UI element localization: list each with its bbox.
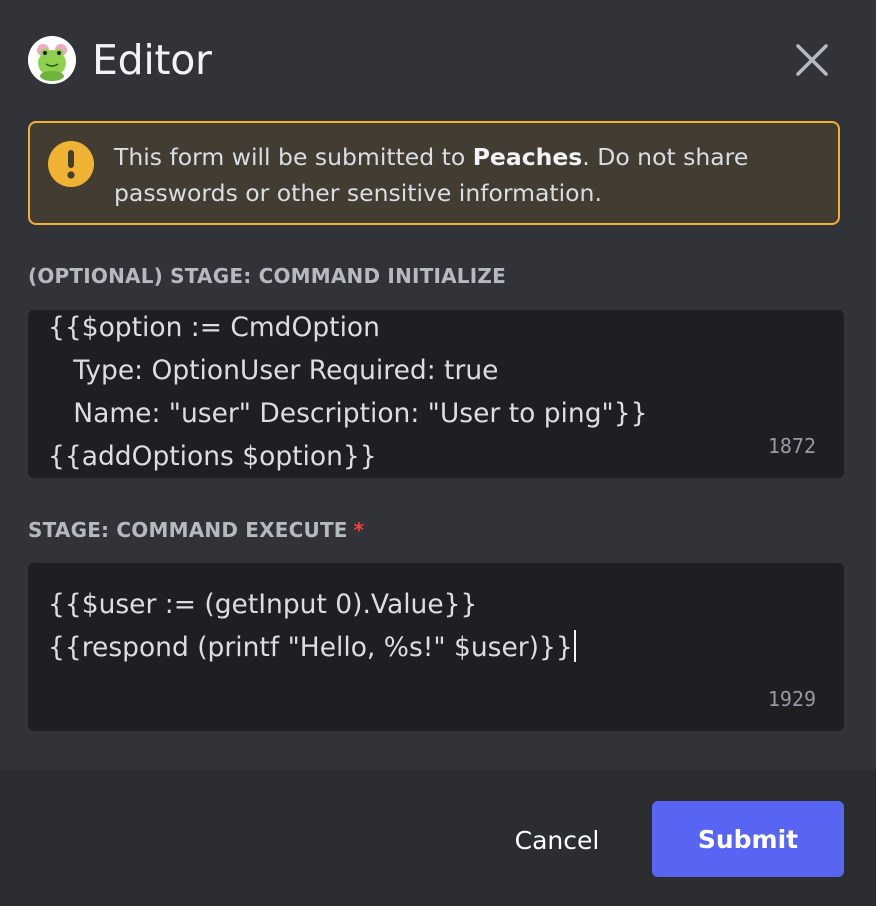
submit-button[interactable]: Submit — [652, 801, 844, 877]
modal-footer: Cancel Submit — [0, 770, 876, 906]
exclamation-icon — [48, 141, 94, 187]
frog-avatar-icon — [28, 36, 76, 84]
execute-code: {{$user := (getInput 0).Value}} {{respond… — [48, 583, 576, 669]
close-icon — [796, 44, 828, 76]
execute-textarea[interactable]: {{$user := (getInput 0).Value}} {{respond… — [28, 563, 844, 731]
editor-modal: Editor This form will be submitted to Pe… — [0, 0, 876, 906]
text-caret — [573, 630, 576, 662]
code-line: {{$user := (getInput 0).Value}} — [48, 589, 478, 620]
code-line: {{$option := CmdOption — [48, 312, 380, 343]
warning-app-name: Peaches — [472, 143, 583, 171]
code-line: Name: "user" Description: "User to ping"… — [48, 398, 648, 429]
warning-text-before: This form will be submitted to — [114, 143, 473, 171]
modal-title: Editor — [92, 36, 212, 84]
code-line-with-caret: {{respond (printf "Hello, %s!" $user)}} — [48, 626, 576, 669]
code-line: {{addOptions $option}} — [48, 441, 377, 472]
required-asterisk: * — [353, 518, 365, 542]
initialize-textarea[interactable]: {{$option := CmdOption Type: OptionUser … — [28, 310, 844, 478]
field-label-initialize: (OPTIONAL) STAGE: COMMAND INITIALIZE — [28, 264, 506, 288]
code-line: Type: OptionUser Required: true — [48, 355, 499, 386]
initialize-code: {{$option := CmdOption Type: OptionUser … — [48, 310, 647, 478]
char-counter: 1929 — [767, 687, 816, 711]
field-label-execute-text: STAGE: COMMAND EXECUTE — [28, 518, 348, 542]
cancel-button[interactable]: Cancel — [492, 803, 622, 877]
field-label-initialize-text: (OPTIONAL) STAGE: COMMAND INITIALIZE — [28, 264, 506, 288]
modal-header: Editor — [28, 34, 212, 86]
warning-banner: This form will be submitted to Peaches. … — [28, 121, 840, 225]
code-line: {{respond (printf "Hello, %s!" $user)}} — [48, 632, 573, 663]
close-button[interactable] — [788, 36, 836, 84]
char-counter: 1872 — [767, 434, 816, 458]
field-label-execute: STAGE: COMMAND EXECUTE * — [28, 518, 364, 542]
warning-text: This form will be submitted to Peaches. … — [114, 139, 814, 211]
